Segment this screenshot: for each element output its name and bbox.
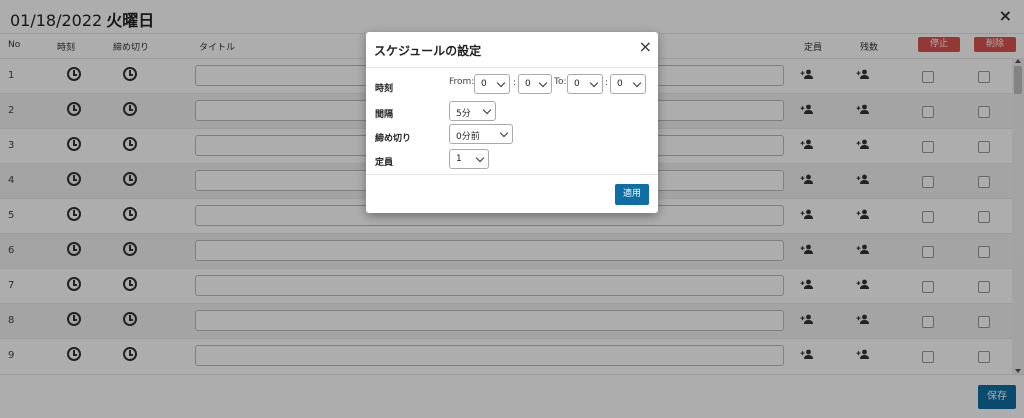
modal-close-icon[interactable]: × [639,39,652,55]
to-label: To: [554,77,567,87]
schedule-settings-modal: スケジュールの設定 × 時刻 From: 0 : 0 To: 0 : 0 間隔 … [366,32,658,213]
colon-1: : [513,78,517,88]
modal-header: スケジュールの設定 × [366,32,658,68]
chevron-down-icon [589,78,599,88]
interval-select[interactable]: 5分 [449,101,496,121]
to-minute-select[interactable]: 0 [610,74,646,94]
chevron-down-icon [475,153,485,163]
deadline-value: 0分前 [456,132,480,142]
chevron-down-icon [538,78,548,88]
modal-title: スケジュールの設定 [374,44,482,58]
to-minute-value: 0 [617,79,623,89]
time-label: 時刻 [375,84,394,94]
chevron-down-icon [632,78,642,88]
modal-divider [366,174,658,175]
colon-2: : [605,78,609,88]
interval-value: 5分 [456,109,471,119]
from-hour-value: 0 [481,79,487,89]
from-hour-select[interactable]: 0 [474,74,510,94]
chevron-down-icon [482,105,492,115]
chevron-down-icon [496,78,506,88]
from-label: From: [449,77,475,87]
deadline-select[interactable]: 0分前 [449,124,513,144]
deadline-label: 締め切り [375,134,412,144]
capacity-value: 1 [456,154,462,164]
from-minute-value: 0 [525,79,531,89]
chevron-down-icon [499,128,509,138]
interval-label: 間隔 [375,110,394,120]
to-hour-select[interactable]: 0 [567,74,603,94]
capacity-select[interactable]: 1 [449,149,489,169]
from-minute-select[interactable]: 0 [518,74,552,94]
capacity-label: 定員 [375,158,394,168]
to-hour-value: 0 [574,79,580,89]
apply-button[interactable]: 適用 [615,184,649,205]
